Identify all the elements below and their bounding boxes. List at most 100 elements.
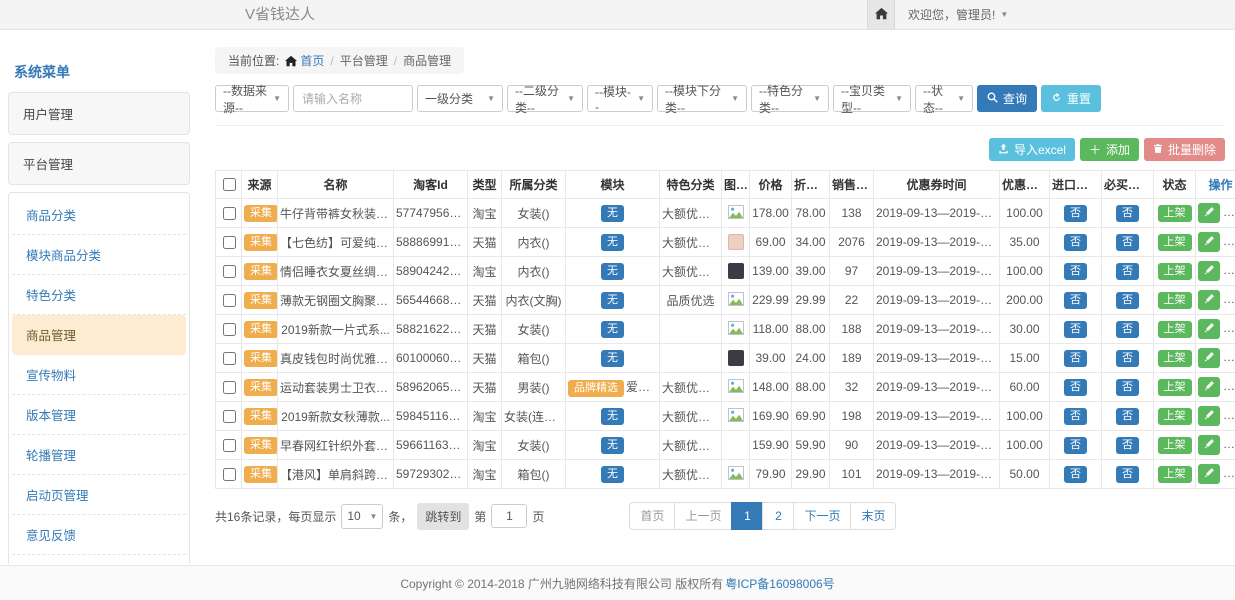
row-checkbox[interactable] bbox=[223, 323, 236, 336]
page-button-1[interactable]: 上一页 bbox=[674, 502, 732, 530]
sidebar-subitem-5[interactable]: 商品管理 bbox=[12, 315, 186, 355]
import-select-toggle[interactable]: 否 bbox=[1064, 408, 1087, 425]
row-checkbox[interactable] bbox=[223, 352, 236, 365]
edit-button[interactable] bbox=[1198, 319, 1220, 339]
status-badge[interactable]: 上架 bbox=[1158, 379, 1192, 396]
filter-select-1[interactable]: 一级分类▼ bbox=[417, 85, 503, 112]
filter-select-5[interactable]: --特色分类--▼ bbox=[751, 85, 829, 112]
must-buy-toggle[interactable]: 否 bbox=[1116, 205, 1139, 222]
status-badge[interactable]: 上架 bbox=[1158, 350, 1192, 367]
edit-button[interactable] bbox=[1198, 348, 1220, 368]
page-button-3[interactable]: 2 bbox=[762, 502, 794, 530]
import-select-toggle[interactable]: 否 bbox=[1064, 263, 1087, 280]
sidebar-subitem-11[interactable]: 平台配置 bbox=[12, 555, 186, 564]
row-checkbox[interactable] bbox=[223, 439, 236, 452]
edit-button[interactable] bbox=[1198, 203, 1220, 223]
select-all-checkbox[interactable] bbox=[223, 178, 236, 191]
must-buy-toggle[interactable]: 否 bbox=[1116, 408, 1139, 425]
import-select-toggle[interactable]: 否 bbox=[1064, 437, 1087, 454]
per-page-select[interactable]: 10 ▼ bbox=[341, 504, 383, 529]
must-buy-toggle[interactable]: 否 bbox=[1116, 466, 1139, 483]
price: 229.99 bbox=[750, 286, 792, 315]
filter-select-4[interactable]: --模块下分类--▼ bbox=[657, 85, 747, 112]
row-checkbox[interactable] bbox=[223, 294, 236, 307]
must-buy-toggle[interactable]: 否 bbox=[1116, 437, 1139, 454]
must-buy-toggle[interactable]: 否 bbox=[1116, 263, 1139, 280]
reset-button[interactable]: 重置 bbox=[1041, 85, 1101, 112]
sidebar-item-1[interactable]: 平台管理 bbox=[8, 142, 190, 185]
status-badge[interactable]: 上架 bbox=[1158, 437, 1192, 454]
filter-select-0[interactable]: --数据来源--▼ bbox=[215, 85, 289, 112]
add-button[interactable]: ＋ 添加 bbox=[1080, 138, 1139, 161]
search-button[interactable]: 查询 bbox=[977, 85, 1037, 112]
status-badge[interactable]: 上架 bbox=[1158, 321, 1192, 338]
sidebar-subitem-4[interactable]: 特色分类 bbox=[12, 275, 186, 315]
row-checkbox[interactable] bbox=[223, 236, 236, 249]
must-buy-toggle[interactable]: 否 bbox=[1116, 292, 1139, 309]
status-badge[interactable]: 上架 bbox=[1158, 292, 1192, 309]
source-cell: 采集 bbox=[242, 460, 278, 489]
must-buy-toggle[interactable]: 否 bbox=[1116, 234, 1139, 251]
module-cell: 品牌精选爱上运动 bbox=[566, 373, 660, 402]
import-excel-button[interactable]: 导入excel bbox=[989, 138, 1075, 161]
must-buy-toggle[interactable]: 否 bbox=[1116, 379, 1139, 396]
batch-delete-button[interactable]: 批量删除 bbox=[1144, 138, 1225, 161]
import-select-toggle[interactable]: 否 bbox=[1064, 379, 1087, 396]
edit-button[interactable] bbox=[1198, 464, 1220, 484]
row-checkbox[interactable] bbox=[223, 468, 236, 481]
import-select-toggle[interactable]: 否 bbox=[1064, 466, 1087, 483]
filter-select-7[interactable]: --状态--▼ bbox=[915, 85, 973, 112]
status-badge[interactable]: 上架 bbox=[1158, 263, 1192, 280]
page-number-input[interactable] bbox=[491, 504, 527, 528]
must-buy-cell: 否 bbox=[1102, 315, 1154, 344]
sidebar-subitem-6[interactable]: 宣传物料 bbox=[12, 355, 186, 395]
page-button-4[interactable]: 下一页 bbox=[793, 502, 851, 530]
chevron-down-icon: ▼ bbox=[637, 94, 645, 103]
filter-select-2[interactable]: --二级分类--▼ bbox=[507, 85, 583, 112]
icon-cell bbox=[722, 315, 750, 344]
edit-button[interactable] bbox=[1198, 290, 1220, 310]
filter-select-3[interactable]: --模块--▼ bbox=[587, 85, 653, 112]
sidebar-subitem-7[interactable]: 版本管理 bbox=[12, 395, 186, 435]
must-buy-toggle[interactable]: 否 bbox=[1116, 321, 1139, 338]
user-menu[interactable]: 欢迎您，管理员! ▼ bbox=[908, 6, 1008, 23]
row-checkbox[interactable] bbox=[223, 410, 236, 423]
import-select-toggle[interactable]: 否 bbox=[1064, 292, 1087, 309]
import-select-toggle[interactable]: 否 bbox=[1064, 205, 1087, 222]
edit-button[interactable] bbox=[1198, 435, 1220, 455]
filter-select-6[interactable]: --宝贝类型--▼ bbox=[833, 85, 911, 112]
breadcrumb-home-link[interactable]: 首页 bbox=[285, 52, 324, 69]
page-button-2[interactable]: 1 bbox=[731, 502, 763, 530]
edit-button[interactable] bbox=[1198, 406, 1220, 426]
status-badge[interactable]: 上架 bbox=[1158, 234, 1192, 251]
status-badge[interactable]: 上架 bbox=[1158, 466, 1192, 483]
must-buy-toggle[interactable]: 否 bbox=[1116, 350, 1139, 367]
status-badge[interactable]: 上架 bbox=[1158, 408, 1192, 425]
import-select-toggle[interactable]: 否 bbox=[1064, 234, 1087, 251]
home-button[interactable] bbox=[867, 0, 895, 29]
page-button-0[interactable]: 首页 bbox=[629, 502, 675, 530]
sidebar-subitem-9[interactable]: 启动页管理 bbox=[12, 475, 186, 515]
row-checkbox[interactable] bbox=[223, 265, 236, 278]
sidebar-subitem-2[interactable]: 商品分类 bbox=[12, 195, 186, 235]
row-checkbox[interactable] bbox=[223, 207, 236, 220]
sidebar-subitem-8[interactable]: 轮播管理 bbox=[12, 435, 186, 475]
import-select-toggle[interactable]: 否 bbox=[1064, 321, 1087, 338]
import-select-cell: 否 bbox=[1050, 199, 1102, 228]
sidebar-subitem-10[interactable]: 意见反馈 bbox=[12, 515, 186, 555]
page-button-5[interactable]: 末页 bbox=[850, 502, 896, 530]
sidebar-item-0[interactable]: 用户管理 bbox=[8, 92, 190, 135]
edit-button[interactable] bbox=[1198, 232, 1220, 252]
name-search-input[interactable] bbox=[293, 85, 413, 112]
row-checkbox[interactable] bbox=[223, 381, 236, 394]
taoke-id: 596611634525 bbox=[394, 431, 468, 460]
status-badge[interactable]: 上架 bbox=[1158, 205, 1192, 222]
edit-button[interactable] bbox=[1198, 377, 1220, 397]
chevron-down-icon: ▼ bbox=[813, 94, 821, 103]
jump-button[interactable]: 跳转到 bbox=[417, 503, 469, 530]
import-select-toggle[interactable]: 否 bbox=[1064, 350, 1087, 367]
sidebar-subitem-3[interactable]: 模块商品分类 bbox=[12, 235, 186, 275]
icp-link[interactable]: 粤ICP备16098006号 bbox=[725, 575, 834, 592]
edit-button[interactable] bbox=[1198, 261, 1220, 281]
source-badge: 采集 bbox=[244, 205, 278, 222]
